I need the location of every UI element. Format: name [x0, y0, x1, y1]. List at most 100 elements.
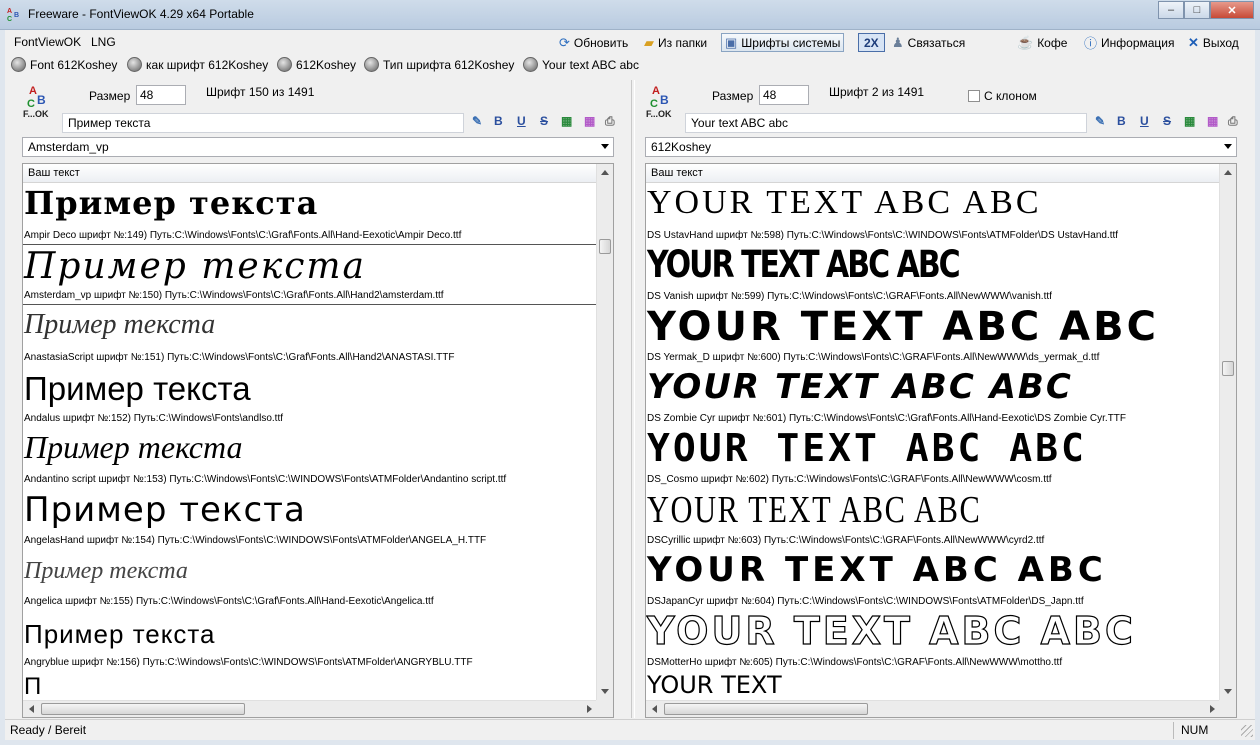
favorite-item[interactable]: Font 612Koshey: [11, 57, 117, 72]
font-row[interactable]: YOUR TEXT ABC ABC DS UstavHand шрифт №:59…: [646, 183, 1220, 244]
strike-button[interactable]: S: [540, 114, 548, 128]
clone-checkbox[interactable]: С клоном: [968, 89, 1037, 103]
font-sample: Пример текста: [24, 309, 216, 340]
scroll-up-icon[interactable]: [1224, 170, 1232, 175]
font-info: Amsterdam_vp шрифт №:150) Путь:C:\Window…: [24, 290, 444, 301]
scroll-thumb[interactable]: [1222, 361, 1234, 377]
pen-icon[interactable]: ✎: [472, 114, 482, 128]
horizontal-scrollbar[interactable]: [646, 700, 1221, 717]
font-row[interactable]: Пример текста Angryblue шрифт №:156) Путь…: [23, 610, 597, 671]
list-header[interactable]: Ваш текст: [23, 164, 597, 183]
font-row[interactable]: YOUR TEXT ABC ABC DS Vanish шрифт №:599) …: [646, 244, 1220, 305]
horizontal-scrollbar[interactable]: [23, 700, 598, 717]
font-list[interactable]: Ваш текст Пример текста Ampir Deco шрифт …: [22, 163, 614, 718]
chevron-down-icon[interactable]: [1224, 144, 1232, 149]
coffee-button[interactable]: ☕ Кофе: [1014, 33, 1070, 52]
favorite-item[interactable]: 612Koshey: [277, 57, 356, 72]
bold-button[interactable]: B: [1117, 114, 1126, 128]
background-color-icon[interactable]: ▦: [1207, 114, 1218, 128]
font-select[interactable]: Amsterdam_vp: [22, 137, 614, 157]
hscroll-thumb[interactable]: [41, 703, 245, 715]
font-row[interactable]: П: [23, 671, 597, 700]
font-row[interactable]: Пример текста Andantino script шрифт №:15…: [23, 427, 597, 488]
font-list[interactable]: Ваш текст YOUR TEXT ABC ABC DS UstavHand …: [645, 163, 1237, 718]
strike-button[interactable]: S: [1163, 114, 1171, 128]
pen-icon[interactable]: ✎: [1095, 114, 1105, 128]
font-row[interactable]: Пример текста Angelica шрифт №:155) Путь:…: [23, 549, 597, 610]
scroll-up-icon[interactable]: [601, 170, 609, 175]
favorite-item[interactable]: Тип шрифта 612Koshey: [364, 57, 514, 72]
menu-fontviewok[interactable]: FontViewOK: [14, 35, 81, 49]
scroll-right-icon[interactable]: [1210, 705, 1215, 713]
favorite-label: Your text ABC abc: [542, 57, 639, 72]
contact-button[interactable]: ♟ Связаться: [889, 33, 968, 52]
disc-icon: [523, 57, 538, 72]
scroll-left-icon[interactable]: [652, 705, 657, 713]
from-folder-button[interactable]: ▰ Из папки: [641, 33, 710, 52]
size-input[interactable]: 48: [759, 85, 809, 105]
resize-grip[interactable]: [1241, 725, 1253, 737]
font-row[interactable]: YOUR TEXT ABC ABC DS_Cosmo шрифт №:602) П…: [646, 427, 1220, 488]
font-info: DS Yermak_D шрифт №:600) Путь:C:\Windows…: [647, 352, 1100, 363]
font-row[interactable]: YOUR TEXT ABC ABC DSMotterHo шрифт №:605)…: [646, 610, 1220, 671]
two-x-button[interactable]: 2X: [858, 33, 885, 52]
hscroll-thumb[interactable]: [664, 703, 868, 715]
bold-button[interactable]: B: [494, 114, 503, 128]
font-row[interactable]: Пример текста Ampir Deco шрифт №:149) Пут…: [23, 183, 597, 244]
checkbox-box[interactable]: [968, 90, 980, 102]
chevron-down-icon[interactable]: [601, 144, 609, 149]
favorite-label: как шрифт 612Koshey: [146, 57, 269, 72]
color-grid-icon[interactable]: ▦: [1184, 114, 1195, 128]
menu-lng[interactable]: LNG: [91, 35, 116, 49]
background-color-icon[interactable]: ▦: [584, 114, 595, 128]
sample-text-input[interactable]: Пример текста: [62, 113, 464, 133]
font-info: DS_Cosmo шрифт №:602) Путь:C:\Windows\Fo…: [647, 474, 1052, 485]
refresh-label: Обновить: [573, 35, 629, 50]
font-sample: YOUR TEXT ABC ABC: [647, 305, 1159, 350]
scroll-thumb[interactable]: [599, 239, 611, 255]
close-button[interactable]: ✕: [1210, 1, 1254, 19]
list-header[interactable]: Ваш текст: [646, 164, 1220, 183]
refresh-button[interactable]: ⟳ Обновить: [556, 33, 631, 52]
font-row[interactable]: Пример текста Andalus шрифт №:152) Путь:C…: [23, 366, 597, 427]
scroll-right-icon[interactable]: [587, 705, 592, 713]
font-row[interactable]: YOUR TEXT ABC ABC DSJapanCyr шрифт №:604)…: [646, 549, 1220, 610]
scroll-left-icon[interactable]: [29, 705, 34, 713]
font-row[interactable]: Пример текста AngelasHand шрифт №:154) Пу…: [23, 488, 597, 549]
size-input[interactable]: 48: [136, 85, 186, 105]
font-row[interactable]: Пример текста AnastasiaScript шрифт №:151…: [23, 305, 597, 366]
window-controls: – □ ✕: [1158, 1, 1254, 19]
minimize-button[interactable]: –: [1158, 1, 1184, 19]
scroll-down-icon[interactable]: [601, 689, 609, 694]
svg-text:A: A: [7, 8, 12, 15]
font-row-selected[interactable]: Пример текста Amsterdam_vp шрифт №:150) П…: [23, 244, 597, 305]
font-sample: Пример текста: [24, 619, 216, 649]
font-row[interactable]: YOUR TEXT ABC ABC DSCyrillic шрифт №:603)…: [646, 488, 1220, 549]
panel-splitter[interactable]: [631, 80, 635, 718]
favorite-item[interactable]: Your text ABC abc: [523, 57, 639, 72]
maximize-button[interactable]: □: [1184, 1, 1210, 19]
vertical-scrollbar[interactable]: [596, 164, 613, 700]
exit-icon: ✕: [1188, 34, 1199, 50]
color-grid-icon[interactable]: ▦: [561, 114, 572, 128]
favorite-item[interactable]: как шрифт 612Koshey: [127, 57, 268, 72]
underline-button[interactable]: U: [1140, 114, 1149, 128]
exit-button[interactable]: ✕ Выход: [1185, 33, 1242, 52]
main-window: FontViewOK LNG ⟳ Обновить ▰ Из папки ▣ Ш…: [5, 30, 1255, 740]
font-row[interactable]: YOUR TEXT ABC ABC DS Zombie Cyr шрифт №:6…: [646, 366, 1220, 427]
printer-icon[interactable]: ⎙: [605, 114, 615, 129]
font-row[interactable]: YOUR TEXT: [646, 671, 1220, 700]
font-row[interactable]: YOUR TEXT ABC ABC DS Yermak_D шрифт №:600…: [646, 305, 1220, 366]
scroll-down-icon[interactable]: [1224, 689, 1232, 694]
vertical-scrollbar[interactable]: [1219, 164, 1236, 700]
coffee-label: Кофе: [1037, 35, 1068, 50]
underline-button[interactable]: U: [517, 114, 526, 128]
menu-bar: FontViewOK LNG ⟳ Обновить ▰ Из папки ▣ Ш…: [5, 30, 1255, 54]
sample-text-input[interactable]: Your text ABC abc: [685, 113, 1087, 133]
system-fonts-button[interactable]: ▣ Шрифты системы: [721, 33, 845, 52]
disc-icon: [277, 57, 292, 72]
font-select[interactable]: 612Koshey: [645, 137, 1237, 157]
printer-icon[interactable]: ⎙: [1228, 114, 1238, 129]
font-sample: YOUR TEXT ABC ABC: [647, 427, 1087, 470]
info-button[interactable]: ⓘ Информация: [1081, 33, 1178, 52]
